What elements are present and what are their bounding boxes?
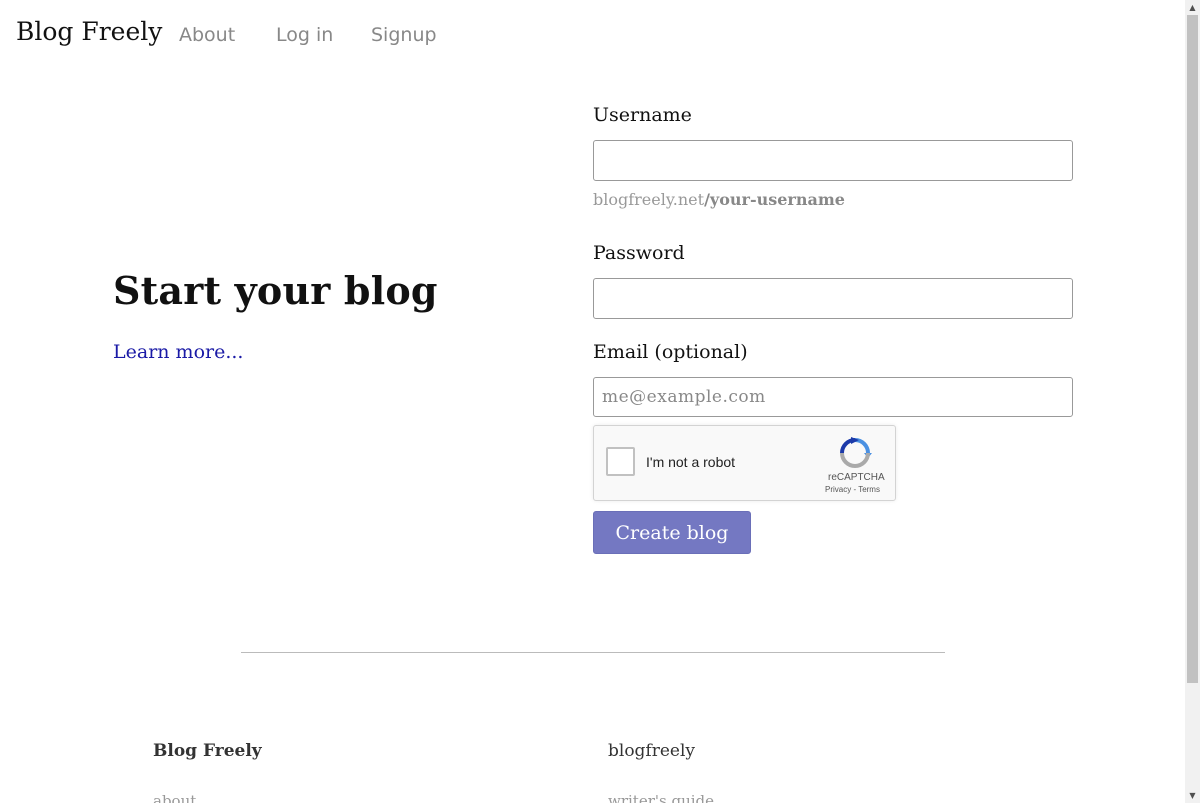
footer-handle: blogfreely	[608, 741, 696, 761]
email-label: Email (optional)	[593, 341, 748, 363]
top-navigation: Blog Freely About Log in Signup	[0, 0, 1185, 70]
password-input[interactable]	[593, 278, 1073, 319]
email-input[interactable]	[593, 377, 1073, 417]
learn-more-link[interactable]: Learn more...	[113, 341, 243, 363]
footer-divider	[241, 652, 945, 653]
nav-login-link[interactable]: Log in	[276, 24, 333, 46]
footer-about-link[interactable]: about	[153, 792, 196, 803]
footer-brand: Blog Freely	[153, 741, 262, 761]
nav-signup-link[interactable]: Signup	[371, 24, 437, 46]
scrollbar-thumb[interactable]	[1187, 15, 1198, 683]
recaptcha-brand: reCAPTCHA	[828, 472, 885, 483]
url-prefix: blogfreely.net	[593, 190, 705, 209]
username-input[interactable]	[593, 140, 1073, 181]
recaptcha-icon	[840, 437, 872, 468]
recaptcha-label: I'm not a robot	[646, 454, 736, 470]
footer-writers-guide-link[interactable]: writer's guide	[608, 792, 714, 803]
recaptcha-privacy-terms-links[interactable]: Privacy - Terms	[825, 485, 880, 494]
recaptcha-widget: I'm not a robot reCAPTCHA Privacy - Term…	[593, 425, 896, 501]
recaptcha-checkbox[interactable]	[606, 447, 635, 476]
scroll-up-arrow-icon[interactable]: ▲	[1185, 0, 1200, 15]
nav-about-link[interactable]: About	[179, 24, 235, 46]
password-label: Password	[593, 242, 685, 264]
url-suffix: /your-username	[704, 190, 845, 209]
create-blog-button[interactable]: Create blog	[593, 511, 751, 554]
vertical-scrollbar[interactable]: ▲ ▼	[1185, 0, 1200, 803]
page-title: Start your blog	[113, 268, 438, 313]
scroll-down-arrow-icon[interactable]: ▼	[1185, 788, 1200, 803]
brand-link[interactable]: Blog Freely	[16, 17, 162, 46]
username-label: Username	[593, 104, 692, 126]
blog-url-hint: blogfreely.net/your-username	[593, 190, 845, 209]
